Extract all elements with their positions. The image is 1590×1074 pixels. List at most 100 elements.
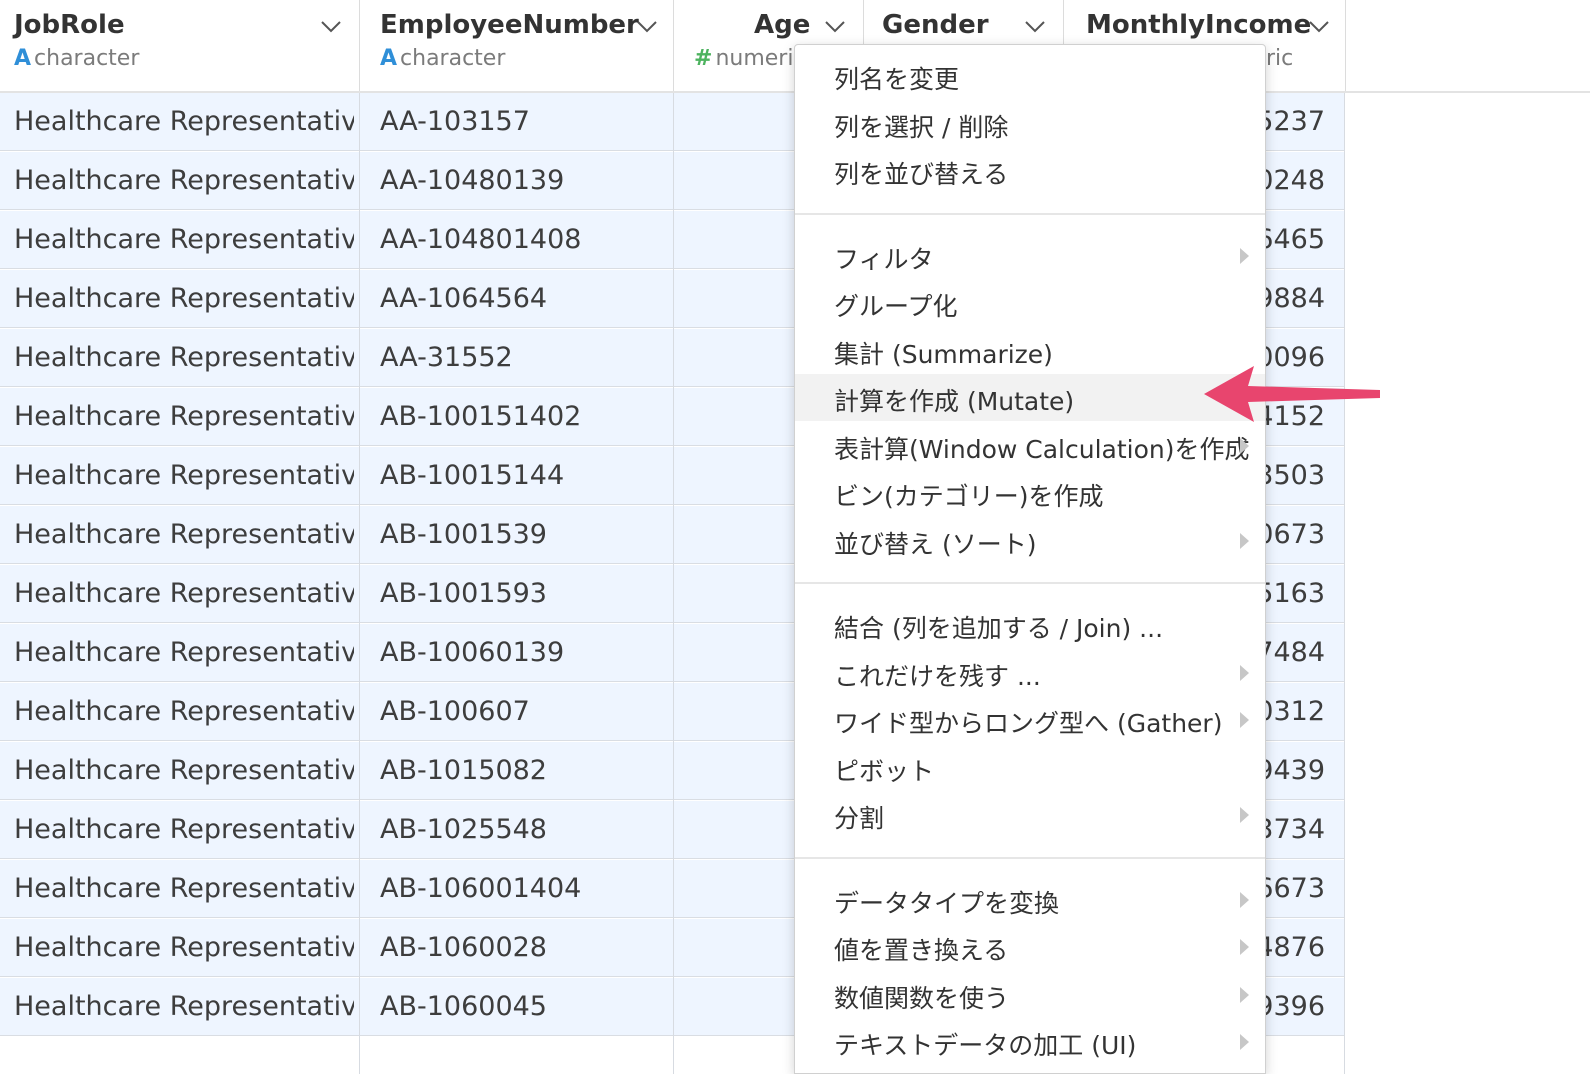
submenu-arrow-icon: [1240, 807, 1249, 823]
chevron-down-icon[interactable]: [824, 20, 846, 34]
menu-item-label: フィルタ: [834, 244, 934, 274]
column-name: EmployeeNumber: [380, 10, 639, 40]
menu-item-label: テキストデータの加工 (UI): [834, 1031, 1137, 1060]
cell-employeenumber: AB-100607: [380, 696, 530, 727]
submenu-arrow-icon: [1240, 712, 1249, 728]
menu-item[interactable]: 集計 (Summarize): [795, 327, 1265, 374]
chevron-down-icon[interactable]: [1024, 20, 1046, 34]
annotation-arrow-icon: [1204, 366, 1380, 422]
column-context-menu: 列名を変更列を選択 / 削除 列を並び替える フィルタグループ化集計 (Summar…: [794, 44, 1266, 1074]
cell-employeenumber: AB-1001539: [380, 519, 547, 550]
menu-item-label: グループ化: [834, 292, 958, 321]
column-type-label: character: [34, 46, 140, 71]
cell-employeenumber: AB-1060045: [380, 991, 547, 1022]
menu-item[interactable]: 列を並び替える: [795, 147, 1265, 194]
cell-employeenumber: AA-103157: [380, 106, 530, 137]
cell-jobrole: Healthcare Representative: [14, 106, 354, 137]
menu-item[interactable]: ワイド型からロング型へ (Gather): [795, 696, 1265, 743]
menu-item[interactable]: 値を置き換える: [795, 923, 1265, 970]
column-divider: [359, 93, 360, 1074]
menu-item-label: 並び替え (ソート): [834, 529, 1037, 559]
menu-item[interactable]: データタイプを変換: [795, 876, 1265, 923]
column-header-employeenumber[interactable]: EmployeeNumber Acharacter: [360, 0, 674, 91]
menu-item[interactable]: 計算を作成 (Mutate): [795, 374, 1265, 421]
menu-item[interactable]: これだけを残す ...: [795, 649, 1265, 696]
cell-employeenumber: AA-104801408: [380, 224, 582, 255]
column-name: Age: [754, 10, 811, 40]
character-type-icon: A: [14, 46, 32, 71]
cell-employeenumber: AA-31552: [380, 342, 513, 373]
cell-employeenumber: AB-1015082: [380, 755, 547, 786]
submenu-arrow-icon: [1240, 939, 1249, 955]
column-name: Gender: [882, 10, 989, 40]
cell-employeenumber: AB-106001404: [380, 873, 582, 904]
column-type-label: numeri: [715, 46, 794, 71]
cell-jobrole: Healthcare Representative: [14, 224, 354, 255]
cell-jobrole: Healthcare Representative: [14, 755, 354, 786]
menu-item-label: ワイド型からロング型へ (Gather): [834, 709, 1223, 738]
menu-item[interactable]: 数値関数を使う: [795, 971, 1265, 1018]
submenu-arrow-icon: [1240, 437, 1249, 454]
cell-employeenumber: AB-10015144: [380, 460, 565, 491]
menu-item-label: 数値関数を使う: [834, 983, 1010, 1013]
menu-item-label: 列を並び替える: [834, 160, 1009, 189]
column-type: Acharacter: [380, 46, 505, 71]
menu-item[interactable]: テキストデータの加工 (UI): [795, 1018, 1265, 1065]
menu-item[interactable]: 分割: [795, 791, 1265, 838]
menu-item[interactable]: 列名を変更: [795, 52, 1265, 99]
submenu-arrow-icon: [1240, 1034, 1249, 1050]
menu-item[interactable]: 並び替え (ソート): [795, 517, 1265, 564]
menu-item-label: 分割: [834, 804, 885, 833]
cell-jobrole: Healthcare Representative: [14, 873, 354, 904]
menu-item-label: 集計 (Summarize): [834, 339, 1053, 369]
chevron-down-icon[interactable]: [636, 20, 658, 34]
submenu-arrow-icon: [1240, 247, 1249, 264]
cell-jobrole: Healthcare Representative: [14, 637, 354, 668]
menu-item[interactable]: 列を選択 / 削除: [795, 100, 1265, 147]
submenu-arrow-icon: [1240, 664, 1249, 681]
menu-item-label: ピボット: [834, 756, 935, 786]
cell-employeenumber: AB-1001593: [380, 578, 547, 609]
column-type-label: ric: [1266, 46, 1294, 71]
menu-separator: [795, 212, 1265, 215]
menu-item[interactable]: グループ化: [795, 279, 1265, 326]
menu-separator: [795, 856, 1265, 859]
cell-employeenumber: AB-1025548: [380, 814, 547, 845]
menu-separator: [795, 582, 1265, 584]
column-name: MonthlyIncome: [1086, 10, 1312, 40]
menu-item[interactable]: 表計算(Window Calculation)を作成: [795, 422, 1265, 469]
menu-item[interactable]: ピボット: [795, 744, 1265, 791]
column-type: # numeri: [694, 46, 793, 71]
menu-item[interactable]: 結合 (列を追加する / Join) ...: [795, 601, 1265, 648]
menu-item-label: 列を選択 / 削除: [834, 112, 1009, 142]
submenu-arrow-icon: [1240, 891, 1249, 908]
cell-jobrole: Healthcare Representative: [14, 519, 354, 550]
menu-item-label: 値を置き換える: [834, 936, 1009, 965]
menu-item-label: 表計算(Window Calculation)を作成: [834, 434, 1250, 464]
cell-employeenumber: AA-1064564: [380, 283, 548, 314]
cell-jobrole: Healthcare Representative: [14, 401, 354, 432]
cell-jobrole: Healthcare Representative: [14, 696, 354, 727]
menu-item-label: 結合 (列を追加する / Join) ...: [834, 614, 1164, 643]
cell-employeenumber: AB-100151402: [380, 401, 582, 432]
submenu-arrow-icon: [1240, 986, 1249, 1003]
menu-item[interactable]: フィルタ: [795, 232, 1265, 279]
column-name: JobRole: [14, 10, 125, 40]
chevron-down-icon[interactable]: [320, 20, 342, 34]
cell-jobrole: Healthcare Representative: [14, 932, 354, 963]
column-header-jobrole[interactable]: JobRole Acharacter: [0, 0, 360, 91]
cell-jobrole: Healthcare Representative: [14, 991, 354, 1022]
chevron-down-icon[interactable]: [1308, 20, 1330, 34]
menu-item-label: 列名を変更: [834, 65, 960, 94]
cell-jobrole: Healthcare Representative: [14, 578, 354, 609]
cell-employeenumber: AB-10060139: [380, 637, 565, 668]
menu-item[interactable]: ビン(カテゴリー)を作成: [795, 469, 1265, 516]
column-type-label: character: [400, 46, 506, 71]
character-type-icon: A: [380, 46, 398, 71]
column-divider: [1344, 93, 1345, 1074]
column-type: Acharacter: [14, 46, 139, 71]
cell-jobrole: Healthcare Representative: [14, 342, 354, 373]
cell-jobrole: Healthcare Representative: [14, 283, 354, 314]
cell-jobrole: Healthcare Representative: [14, 165, 354, 196]
cell-jobrole: Healthcare Representative: [14, 814, 354, 845]
